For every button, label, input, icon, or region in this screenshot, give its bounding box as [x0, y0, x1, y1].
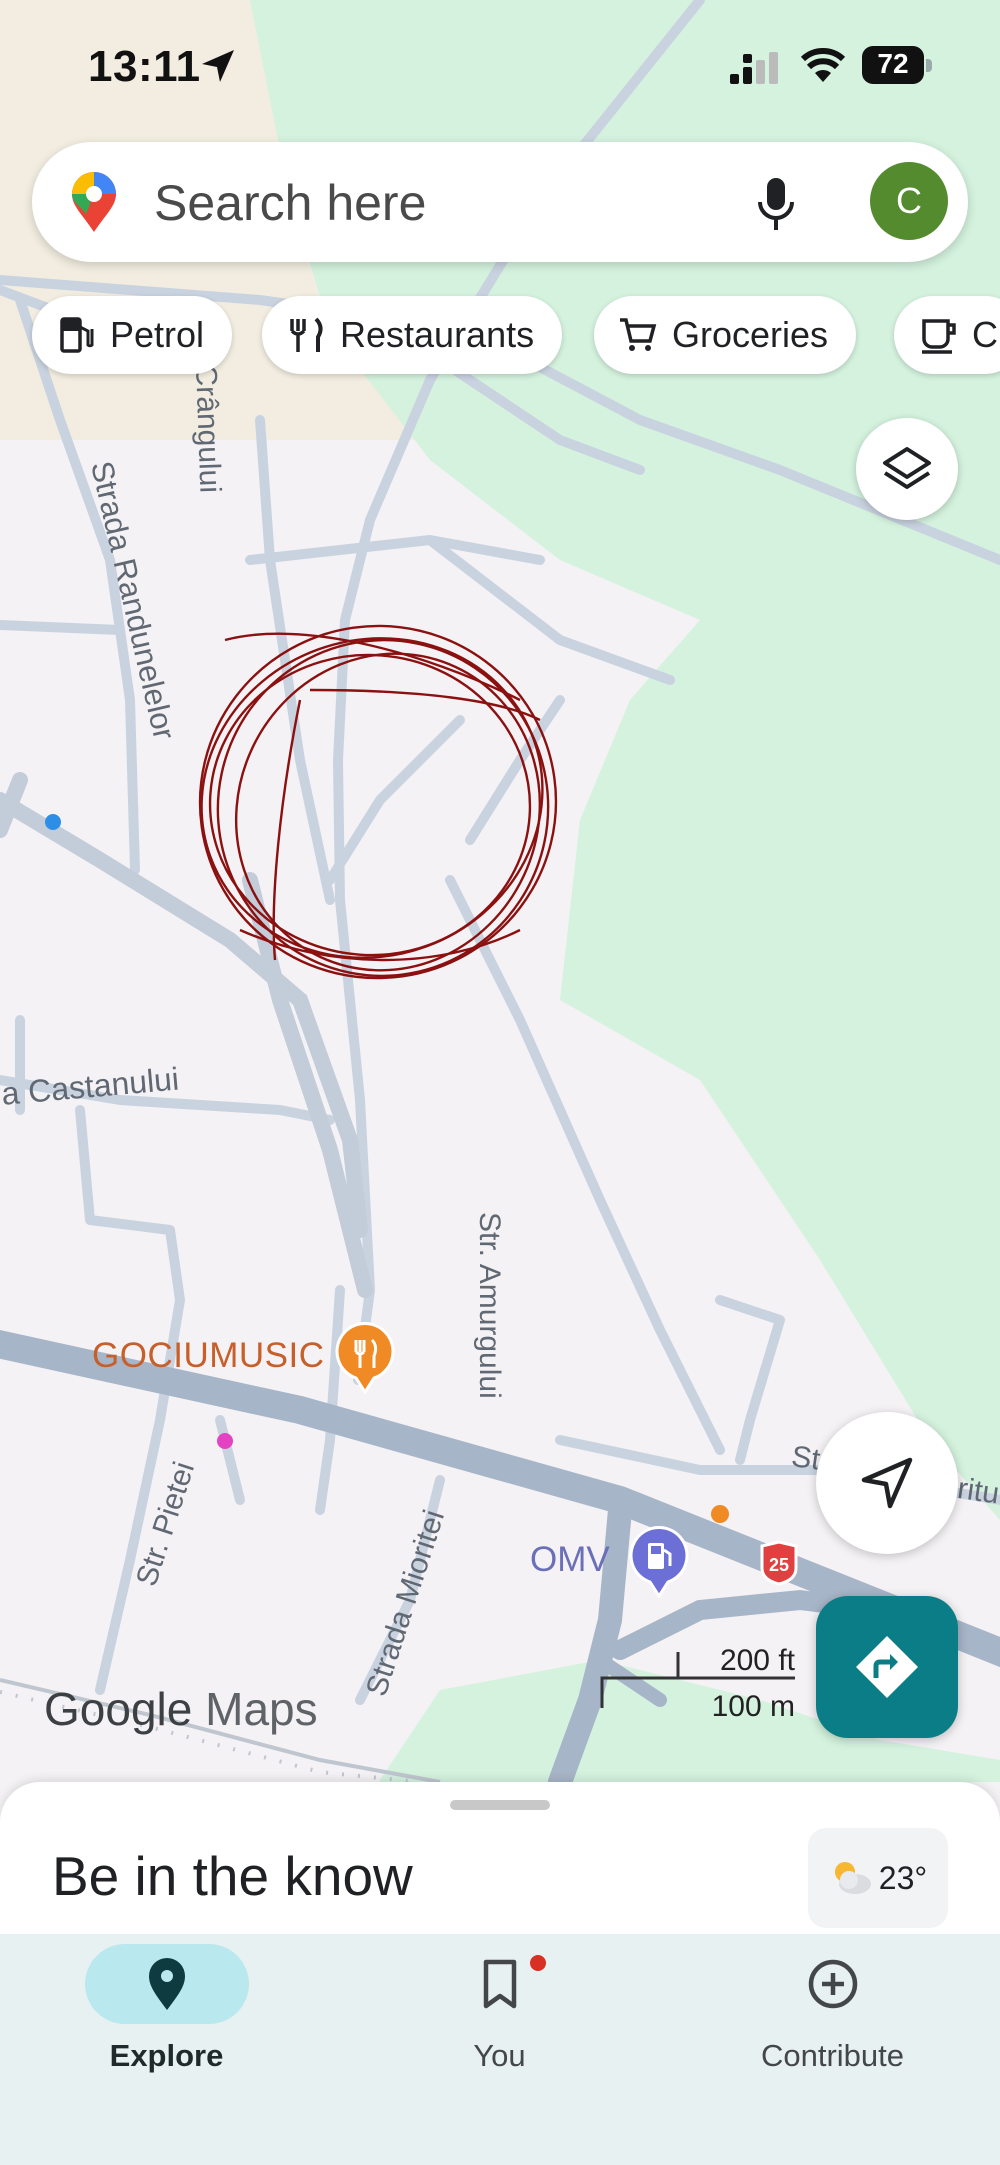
google-logo-text: Google — [44, 1683, 193, 1735]
chip-coffee-label: C — [972, 314, 998, 355]
navigation-arrow-icon — [861, 1457, 913, 1509]
chip-coffee[interactable]: C — [894, 296, 1000, 374]
notification-badge — [527, 1952, 549, 1974]
chip-petrol[interactable]: Petrol — [32, 296, 233, 374]
bottom-navigation: Explore You Contribute — [0, 1934, 1000, 2165]
maps-logo-text: Maps — [205, 1683, 318, 1735]
nav-explore[interactable]: Explore — [0, 1934, 333, 2165]
route-shield-number: 25 — [769, 1555, 789, 1575]
nav-contribute-label: Contribute — [760, 2038, 905, 2073]
my-location-button[interactable] — [816, 1412, 958, 1554]
battery-icon: 72 — [862, 46, 934, 86]
fork-knife-icon — [290, 317, 323, 352]
layers-icon — [883, 447, 931, 489]
weather-temperature: 23° — [878, 1859, 928, 1896]
status-time: 13:11 — [88, 42, 201, 91]
google-maps-pin-icon — [72, 172, 116, 232]
google-maps-logo: Google Maps — [44, 1682, 318, 1736]
fuel-icon — [60, 317, 94, 353]
street-label-amurgului: Str. Amurgului — [473, 1212, 506, 1399]
microphone-icon[interactable] — [754, 176, 798, 232]
map-scale: 200 ft 100 m — [600, 1640, 795, 1723]
nav-explore-label: Explore — [109, 2038, 224, 2073]
street-label-ritu: ritu — [955, 1472, 1000, 1511]
search-input[interactable]: Search here — [154, 174, 426, 232]
search-bar[interactable]: Search here C — [32, 142, 968, 262]
layers-button[interactable] — [856, 418, 958, 520]
status-bar: 13:11 72 — [0, 0, 1000, 130]
route-25-shield-icon: 25 — [760, 1540, 798, 1586]
directions-button[interactable] — [816, 1596, 958, 1738]
weather-chip[interactable]: 23° — [808, 1828, 948, 1928]
nav-contribute[interactable]: Contribute — [666, 1934, 999, 2165]
nav-you-label: You — [473, 2038, 526, 2073]
scale-imperial: 200 ft — [719, 1644, 795, 1677]
sheet-drag-handle[interactable] — [450, 1800, 550, 1810]
chip-groceries-label: Groceries — [672, 314, 829, 355]
chip-groceries[interactable]: Groceries — [594, 296, 857, 374]
add-circle-icon — [808, 1959, 858, 2009]
wifi-icon — [800, 48, 846, 82]
location-pin-icon — [149, 1958, 185, 2010]
location-arrow-icon — [202, 50, 234, 82]
coffee-icon — [922, 319, 956, 354]
sheet-title: Be in the know — [52, 1845, 413, 1907]
restaurant-marker-icon[interactable] — [334, 1322, 396, 1394]
partly-cloudy-icon — [834, 1862, 871, 1894]
scale-metric: 100 m — [711, 1690, 795, 1723]
bookmark-icon — [483, 1959, 517, 2009]
poi-omv-label[interactable]: OMV — [530, 1540, 610, 1580]
poi-gociumusic-label[interactable]: GOCIUMUSIC — [92, 1336, 325, 1376]
chip-restaurants[interactable]: Restaurants — [262, 296, 563, 374]
chip-petrol-label: Petrol — [110, 314, 205, 355]
cart-icon — [620, 318, 657, 351]
chip-restaurants-label: Restaurants — [340, 314, 535, 355]
nav-you[interactable]: You — [333, 1934, 666, 2165]
battery-percent: 72 — [877, 48, 909, 79]
petrol-station-marker-icon[interactable] — [628, 1526, 690, 1598]
street-label-cranguli: Crângului — [189, 364, 227, 494]
signal-icon — [730, 52, 778, 84]
directions-icon — [856, 1636, 918, 1698]
account-avatar[interactable]: C — [870, 162, 948, 240]
